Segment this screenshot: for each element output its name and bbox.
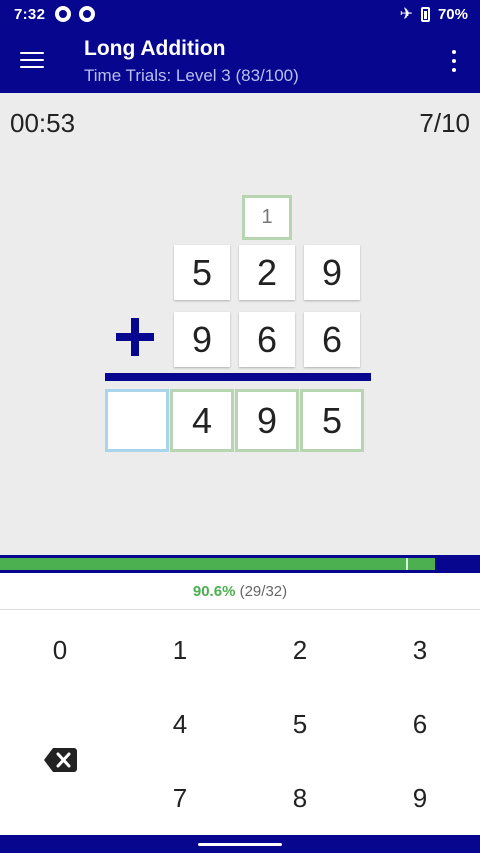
bottom-digit: 9 [174, 312, 230, 367]
key-8[interactable]: 8 [250, 766, 350, 830]
top-digit: 9 [304, 245, 360, 300]
plus-icon [116, 318, 154, 356]
page-title: Long Addition [84, 37, 226, 60]
bottom-digit: 6 [304, 312, 360, 367]
backspace-icon[interactable] [44, 748, 77, 772]
bottom-digit: 6 [239, 312, 295, 367]
page-subtitle: Time Trials: Level 3 (83/100) [84, 66, 299, 85]
battery-level: 70% [437, 5, 468, 23]
key-4[interactable]: 4 [130, 692, 230, 756]
progress-bar-marker [406, 558, 408, 570]
key-5[interactable]: 5 [250, 692, 350, 756]
navigation-bar [0, 835, 480, 853]
timer: 00:53 [10, 108, 76, 138]
accuracy-count: (29/32) [239, 583, 288, 600]
key-0[interactable]: 0 [10, 618, 110, 682]
top-digit: 5 [174, 245, 230, 300]
accuracy-stats: 90.6% (29/32) [0, 573, 480, 610]
carry-digit: 1 [242, 195, 292, 240]
answer-digit[interactable]: 5 [300, 389, 364, 452]
data-saver-icon [79, 6, 96, 22]
answer-digit[interactable]: 4 [170, 389, 234, 452]
answer-input-active[interactable] [105, 389, 169, 452]
keypad: 90.6% (29/32) 0 1 2 3 4 5 6 7 8 9 [0, 573, 480, 835]
status-time: 7:32 [14, 5, 46, 23]
menu-icon[interactable] [20, 52, 44, 70]
sound-icon [55, 6, 72, 22]
status-right: ✈ 70% [400, 4, 468, 24]
more-vert-icon[interactable] [448, 50, 460, 72]
top-digit: 2 [239, 245, 295, 300]
battery-icon [420, 6, 430, 22]
progress-bar-fill [0, 558, 435, 570]
progress-bar [0, 555, 480, 573]
home-handle[interactable] [198, 843, 282, 846]
key-3[interactable]: 3 [370, 618, 470, 682]
sum-rule [105, 373, 371, 381]
status-bar: 7:32 ✈ 70% [0, 0, 480, 28]
accuracy-percent: 90.6% [192, 583, 236, 600]
answer-digit[interactable]: 9 [235, 389, 299, 452]
app-bar: Long Addition Time Trials: Level 3 (83/1… [0, 28, 480, 93]
key-7[interactable]: 7 [130, 766, 230, 830]
airplane-icon: ✈ [399, 6, 413, 23]
key-6[interactable]: 6 [370, 692, 470, 756]
key-2[interactable]: 2 [250, 618, 350, 682]
key-9[interactable]: 9 [370, 766, 470, 830]
question-progress: 7/10 [419, 108, 470, 138]
key-1[interactable]: 1 [130, 618, 230, 682]
